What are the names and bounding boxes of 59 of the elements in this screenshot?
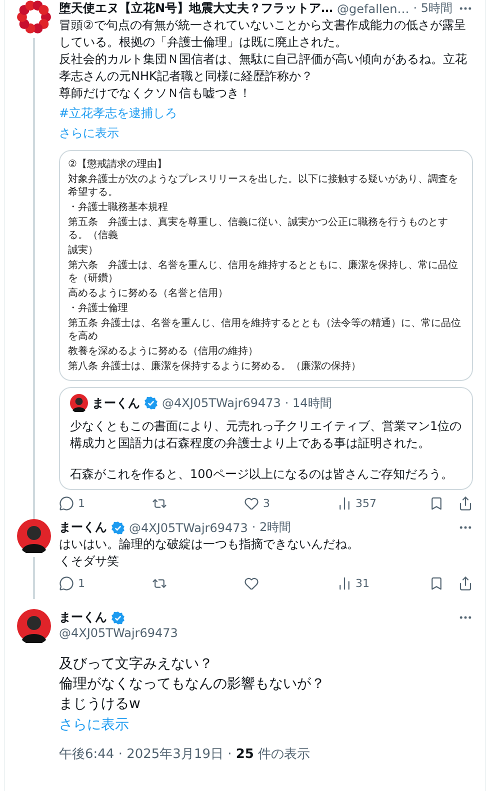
views-button[interactable]: 31 [336,576,376,591]
post-text: 冒頭②で句点の有無が統一されていないことから文書作成能力の低さが露呈している。根拠の「弁護士倫理」は既に廃止された。 [59,17,467,51]
post-text: 及びって文字みえない？ [59,655,214,674]
post-time[interactable]: · 2時間 [252,519,292,536]
document-text: 第六条 弁護士は、名誉を重んじ、信用を維持するとともに、廉潔を保持し、常に品位を（研鑽） [68,258,459,286]
reply-icon [59,496,74,511]
avatar-icon[interactable] [70,394,88,412]
repost-icon [152,496,166,511]
like-icon [244,576,259,591]
post-text: 倫理がなくなってもなんの影響もないが？ [59,675,326,694]
quoted-post[interactable]: まーくん @4XJ05TWajr69473 · 14時間 少なくともこの書面により、元売れっ子クリエイティブ、営業マン1位の構成力と国語力は石森程度の弁護士より上である事は証明された。 石森がこれを作ると、100ページ以上になるのは皆さんご存知だろう。 [59,387,473,490]
share-button[interactable] [458,496,473,511]
document-text: 教養を深めるように努める（信用の維持） [68,344,259,359]
post-text: くそダサ笑 [59,553,120,570]
views-button[interactable]: 357 [336,496,376,511]
post-text: 反社会的カルト集団Ｎ国信者は、無駄に自己評価が高い傾向があるね。立花孝志さんの元NHK記者職と同様に経歴詐称か？ [59,51,468,85]
author-handle[interactable]: @gefallen… [337,2,410,16]
document-text: ・弁護士倫理 [68,302,129,316]
author-name[interactable]: まーくん [59,609,107,626]
author-name[interactable]: まーくん [59,519,107,536]
document-text: 対象弁護士が次のようなプレスリリースを出した。以下に接触する疑いがあり、調査を希望する。 [68,172,459,200]
bookmark-button[interactable] [429,576,444,591]
views-icon [336,496,352,511]
author-handle[interactable]: @4XJ05TWajr69473 [129,520,248,534]
post-text: まじうけるw [59,695,142,714]
avatar-icon[interactable] [17,519,51,553]
reply-button[interactable]: 1 [59,576,99,591]
share-icon [458,496,473,511]
document-text: 第五条 弁護士は、真実を尊重し、信義に従い、誠実かつ公正に職務を行うものとする。（信義 [68,216,449,243]
share-icon [458,576,473,591]
author-name[interactable]: まーくん [92,394,140,412]
like-icon [244,496,259,511]
document-text: ・弁護士職務基本規程 [68,200,169,215]
post-text: 石森がこれを作ると、100ページ以上になるのは皆さんご存知だろう。 [70,466,454,483]
post-time: · 14時間 [284,394,332,412]
avatar-icon[interactable] [17,609,51,643]
repost-icon [152,576,166,591]
document-text: 第五条 弁護士は、名誉を重んじ、信用を維持するととも（法令等の精通）に、常に品位を高め [68,316,462,344]
bookmark-icon [429,496,444,511]
post-time[interactable]: · 5時間 [413,0,453,17]
post-text: 少なくともこの書面により、元売れっ子クリエイティブ、営業マン1位の構成力と国語力は石森程度の弁護士より上である事は証明された。 [70,418,462,452]
reply-icon [59,576,74,591]
author-handle: @4XJ05TWajr69473 [162,396,281,410]
document-text: 誠実） [68,244,99,258]
document-text: 第八条 弁護士は、廉潔を保持するように努める。（廉潔の保持） [68,360,362,374]
document-text: 高めるように努める（名誉と信用） [68,286,229,301]
post-text: 尊師だけでなくクソＮ信も嘘つき！ [59,85,252,102]
bookmark-icon [429,576,444,591]
reply-button[interactable]: 1 [59,496,99,511]
post-meta: 午後6:44 · 2025年3月19日 · 25 件の表示 [59,746,312,763]
author-handle[interactable]: @4XJ05TWajr69473 [59,626,473,640]
views-icon [336,576,352,591]
document-image[interactable] [59,150,473,381]
share-button[interactable] [458,576,473,591]
author-name[interactable]: 堕天使エヌ【立花N号】地震大丈夫？フラットア… [59,0,334,17]
bookmark-button[interactable] [429,496,444,511]
like-button[interactable]: 3 [244,496,284,511]
document-text: ②【懲戒請求の理由】 [68,158,168,172]
post-text: はいはい。論理的な破綻は一つも指摘できないんだね。 [59,536,360,553]
